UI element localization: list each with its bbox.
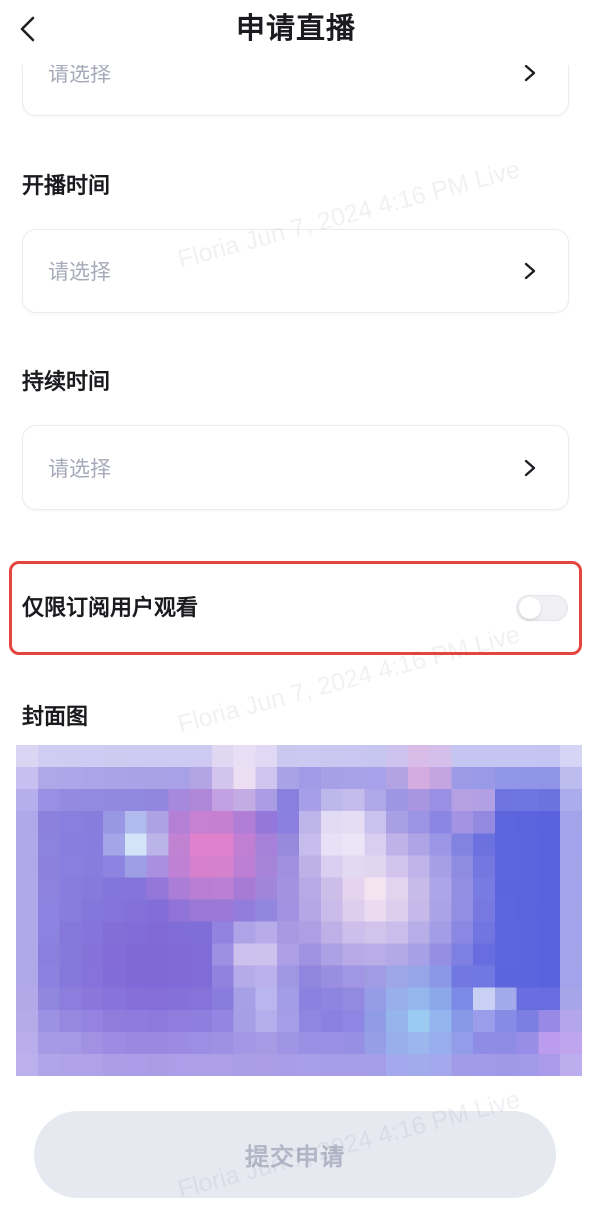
top-bar: 申请直播 — [0, 0, 592, 65]
duration-placeholder: 请选择 — [48, 457, 111, 481]
chevron-right-icon — [524, 459, 536, 476]
start-time-placeholder: 请选择 — [48, 261, 111, 284]
page-title: 申请直播 — [235, 13, 356, 45]
chevron-right-icon — [524, 262, 536, 280]
toggle-knob — [519, 597, 541, 619]
chevron-right-icon — [524, 64, 536, 82]
start-time-select[interactable]: 请选择 — [22, 229, 569, 313]
start-time-label: 开播时间 — [22, 173, 111, 198]
cover-label: 封面图 — [22, 704, 89, 729]
subscriber-only-row: 仅限订阅用户观看 — [9, 561, 582, 655]
submit-button[interactable]: 提交申请 — [34, 1111, 556, 1198]
duration-label: 持续时间 — [22, 369, 111, 394]
cover-image[interactable] — [16, 745, 582, 1076]
duration-select[interactable]: 请选择 — [22, 425, 569, 510]
subscriber-only-toggle[interactable] — [516, 595, 568, 621]
subscriber-only-label: 仅限订阅用户观看 — [22, 595, 199, 620]
